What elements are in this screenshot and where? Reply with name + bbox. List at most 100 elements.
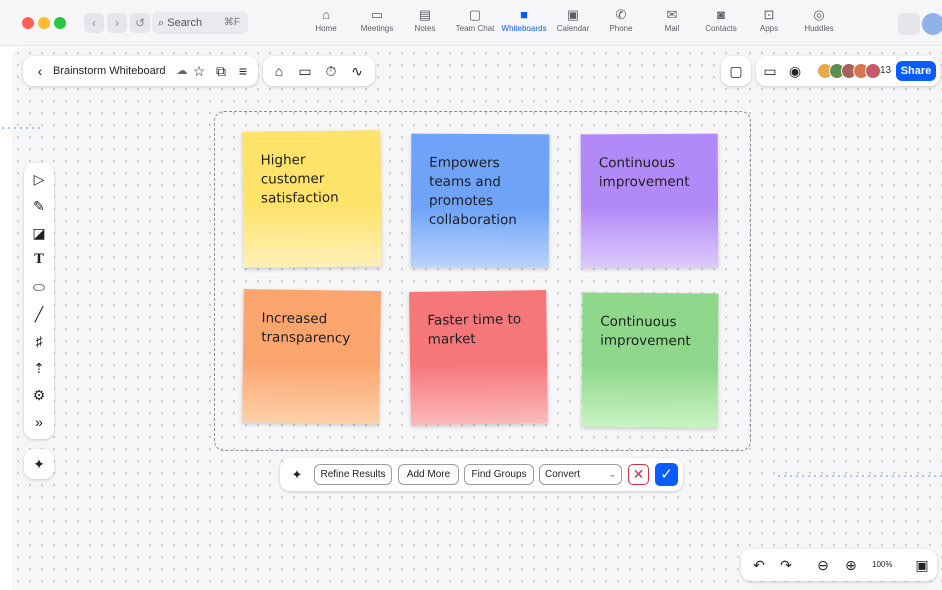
board-header-toolbar: ‹ Brainstorm Whiteboard ☁ ☆ ⧉ ≡ bbox=[23, 56, 258, 86]
tool-sidebar: ▷ ✎ ◪ T ⬭ ╱ ♯ ⇡ ⚙ » bbox=[24, 163, 54, 439]
line-icon[interactable]: ╱ bbox=[28, 303, 50, 325]
open-external-icon[interactable]: ⧉ bbox=[210, 60, 232, 82]
nav-item-label: Calendar bbox=[556, 24, 590, 33]
nav-item-label: Team Chat bbox=[455, 24, 495, 33]
minimap-icon[interactable]: ▣ bbox=[911, 554, 933, 576]
accept-button[interactable]: ✓ bbox=[655, 463, 678, 486]
sticky-note-text: Faster time to market bbox=[427, 311, 522, 348]
nav-item-team-chat[interactable]: ▢ Team Chat bbox=[454, 6, 496, 33]
history-icon[interactable]: ↺ bbox=[130, 13, 150, 33]
close-window-button[interactable] bbox=[22, 17, 34, 29]
ai-assistant-toolbar: ✦ bbox=[24, 449, 54, 479]
forward-button[interactable]: › bbox=[107, 13, 127, 33]
nav-item-label: Whiteboards bbox=[501, 24, 547, 33]
sticky-note[interactable]: Empowers teams and promotes collaboratio… bbox=[410, 133, 550, 268]
title-bar: ‹ › ↺ ⌕ Search ⌘F ⌂ Home ▭ Meetings ▤ Notes ▢ T… bbox=[0, 0, 942, 46]
share-button[interactable]: Share bbox=[896, 61, 936, 81]
present-toolbar: ⌂ ▭ ⏱ ∿ bbox=[263, 56, 375, 86]
find-groups-button[interactable]: Find Groups bbox=[464, 464, 534, 485]
frame-icon[interactable]: ♯ bbox=[28, 330, 50, 352]
nav-item-notes[interactable]: ▤ Notes bbox=[412, 6, 438, 33]
search-input[interactable]: ⌕ Search ⌘F bbox=[152, 12, 248, 34]
sticky-note[interactable]: Continuous improvement bbox=[581, 292, 719, 428]
zoom-level[interactable]: 100% bbox=[872, 549, 892, 581]
laptop-icon[interactable]: ▭ bbox=[294, 60, 316, 82]
nav-item-phone[interactable]: ✆ Phone bbox=[607, 6, 635, 33]
sticky-note-text: Increased transparency bbox=[261, 310, 351, 347]
presentation-icon[interactable]: ⌂ bbox=[268, 60, 290, 82]
nav-item-mail[interactable]: ✉ Mail bbox=[660, 6, 684, 33]
select-cursor-icon[interactable]: ▷ bbox=[28, 168, 50, 190]
follow-eye-icon[interactable]: ◉ bbox=[784, 60, 806, 82]
zoom-in-icon[interactable]: ⊕ bbox=[840, 554, 862, 576]
nav-item-meetings[interactable]: ▭ Meetings bbox=[359, 6, 395, 33]
back-button[interactable]: ‹ bbox=[84, 13, 104, 33]
sticky-note-text: Continuous improvement bbox=[600, 313, 691, 350]
zoom-out-icon[interactable]: ⊖ bbox=[812, 554, 834, 576]
video-icon: ▭ bbox=[370, 7, 384, 22]
nav-item-label: Huddles bbox=[804, 24, 834, 33]
nav-item-label: Mail bbox=[664, 24, 680, 33]
nav-item-huddles[interactable]: ◎ Huddles bbox=[804, 6, 834, 33]
menu-icon[interactable]: ≡ bbox=[232, 60, 254, 82]
nav-item-apps[interactable]: ⊡ Apps bbox=[758, 6, 780, 33]
zoom-window-button[interactable] bbox=[54, 17, 66, 29]
video-icon[interactable]: ▭ bbox=[759, 60, 781, 82]
whiteboard-icon: ■ bbox=[520, 7, 528, 22]
nav-item-label: Meetings bbox=[360, 24, 394, 33]
notes-icon: ▤ bbox=[418, 7, 432, 22]
calendar-icon: ▣ bbox=[566, 7, 580, 22]
convert-select[interactable]: Convert ⌄ bbox=[539, 464, 622, 485]
sticky-note-text: Continuous improvement bbox=[598, 154, 690, 191]
refine-results-button[interactable]: Refine Results bbox=[314, 464, 392, 485]
nav-item-calendar[interactable]: ▣ Calendar bbox=[556, 6, 590, 33]
reject-button[interactable]: ✕ bbox=[628, 464, 649, 485]
huddles-icon: ◎ bbox=[813, 7, 825, 22]
sticky-note-icon[interactable]: ◪ bbox=[28, 222, 50, 244]
nav-item-label: Apps bbox=[759, 24, 779, 33]
more-tools-icon[interactable]: » bbox=[28, 411, 50, 433]
templates-icon[interactable]: ⚙ bbox=[28, 384, 50, 406]
redo-icon[interactable]: ↷ bbox=[775, 554, 797, 576]
wave-icon[interactable]: ∿ bbox=[346, 60, 368, 82]
sticky-note[interactable]: Faster time to market bbox=[409, 290, 548, 425]
phone-icon: ✆ bbox=[615, 7, 627, 22]
back-chevron-icon[interactable]: ‹ bbox=[29, 60, 51, 82]
nav-item-label: Phone bbox=[609, 24, 633, 33]
contacts-icon: ◙ bbox=[717, 7, 725, 22]
sparkle-icon: ✦ bbox=[291, 467, 303, 482]
sticky-note[interactable]: Continuous improvement bbox=[580, 133, 719, 268]
ai-action-bar: ✦ Refine Results Add More Find Groups Co… bbox=[280, 458, 683, 491]
comment-icon[interactable]: ▢ bbox=[725, 60, 747, 82]
timer-icon[interactable]: ⏱ bbox=[320, 60, 342, 82]
comments-toolbar: ▢ bbox=[721, 56, 751, 86]
undo-icon[interactable]: ↶ bbox=[748, 554, 770, 576]
close-icon: ✕ bbox=[632, 466, 645, 482]
text-icon[interactable]: T bbox=[28, 249, 50, 271]
search-label: Search bbox=[167, 17, 203, 29]
avatar[interactable] bbox=[865, 63, 881, 79]
apps-icon: ⊡ bbox=[763, 7, 775, 22]
shapes-icon[interactable]: ⬭ bbox=[28, 276, 50, 298]
nav-item-home[interactable]: ⌂ Home bbox=[311, 6, 341, 33]
home-icon: ⌂ bbox=[322, 7, 330, 22]
search-icon: ⌕ bbox=[158, 17, 165, 29]
sticky-note-text: Higher customer satisfaction bbox=[260, 152, 339, 207]
profile-menu-icon[interactable] bbox=[898, 13, 920, 35]
participant-count[interactable]: 13 bbox=[880, 56, 891, 86]
upload-icon[interactable]: ⇡ bbox=[28, 357, 50, 379]
add-more-button[interactable]: Add More bbox=[398, 464, 459, 485]
sticky-note[interactable]: Higher customer satisfaction bbox=[242, 130, 382, 268]
sticky-note-text: Empowers teams and promotes collaboratio… bbox=[428, 154, 517, 229]
pen-icon[interactable]: ✎ bbox=[28, 195, 50, 217]
minimize-window-button[interactable] bbox=[38, 17, 50, 29]
star-icon[interactable]: ☆ bbox=[188, 60, 210, 82]
nav-item-whiteboards[interactable]: ■ Whiteboards bbox=[500, 6, 548, 33]
avatar[interactable] bbox=[922, 13, 942, 35]
sparkle-icon[interactable]: ✦ bbox=[28, 453, 50, 475]
search-shortcut: ⌘F bbox=[223, 17, 240, 28]
sticky-note[interactable]: Increased transparency bbox=[242, 289, 381, 424]
check-icon: ✓ bbox=[660, 466, 673, 483]
nav-item-contacts[interactable]: ◙ Contacts bbox=[704, 6, 738, 33]
board-title[interactable]: Brainstorm Whiteboard bbox=[53, 56, 166, 86]
